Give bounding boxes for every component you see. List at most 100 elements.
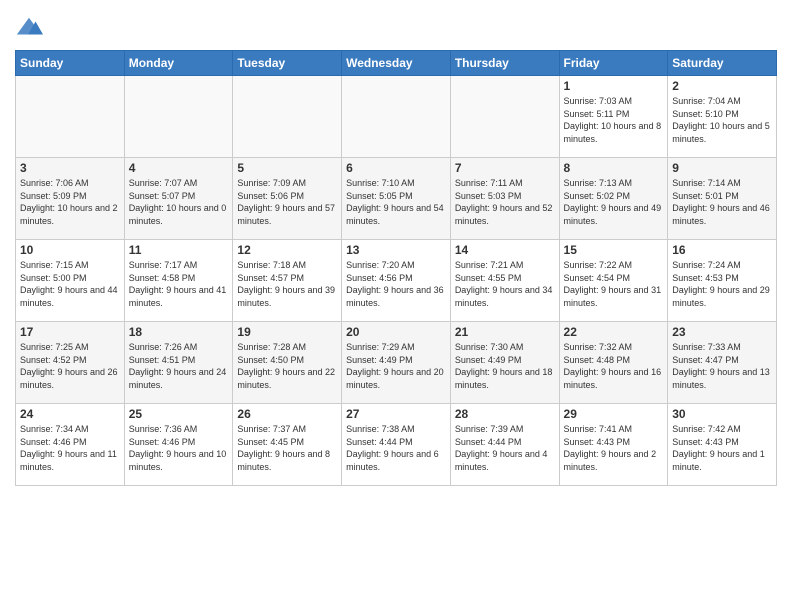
day-info: Sunrise: 7:15 AM Sunset: 5:00 PM Dayligh… [20,259,120,309]
day-number: 23 [672,325,772,339]
calendar-cell: 13 Sunrise: 7:20 AM Sunset: 4:56 PM Dayli… [342,240,451,322]
calendar-cell: 9 Sunrise: 7:14 AM Sunset: 5:01 PM Daylig… [668,158,777,240]
calendar-cell [16,76,125,158]
weekday-header-friday: Friday [559,51,668,76]
weekday-header-wednesday: Wednesday [342,51,451,76]
day-number: 13 [346,243,446,257]
calendar-cell: 22 Sunrise: 7:32 AM Sunset: 4:48 PM Dayli… [559,322,668,404]
calendar-cell: 3Sunrise: 7:06 AM Sunset: 5:09 PM Daylig… [16,158,125,240]
day-info: Sunrise: 7:41 AM Sunset: 4:43 PM Dayligh… [564,423,664,473]
week-row-5: 24 Sunrise: 7:34 AM Sunset: 4:46 PM Dayli… [16,404,777,486]
day-number: 4 [129,161,229,175]
day-number: 5 [237,161,337,175]
day-number: 7 [455,161,555,175]
calendar-cell: 28Sunrise: 7:39 AM Sunset: 4:44 PM Dayli… [450,404,559,486]
weekday-header-tuesday: Tuesday [233,51,342,76]
weekday-header-sunday: Sunday [16,51,125,76]
day-number: 30 [672,407,772,421]
calendar-cell: 11 Sunrise: 7:17 AM Sunset: 4:58 PM Dayli… [124,240,233,322]
day-info: Sunrise: 7:25 AM Sunset: 4:52 PM Dayligh… [20,341,120,391]
day-number: 8 [564,161,664,175]
day-info: Sunrise: 7:33 AM Sunset: 4:47 PM Dayligh… [672,341,772,391]
day-number: 2 [672,79,772,93]
calendar-cell [450,76,559,158]
weekday-header-row: SundayMondayTuesdayWednesdayThursdayFrid… [16,51,777,76]
day-info: Sunrise: 7:18 AM Sunset: 4:57 PM Dayligh… [237,259,337,309]
day-number: 22 [564,325,664,339]
day-number: 26 [237,407,337,421]
calendar-cell: 16Sunrise: 7:24 AM Sunset: 4:53 PM Dayli… [668,240,777,322]
calendar-cell: 27Sunrise: 7:38 AM Sunset: 4:44 PM Dayli… [342,404,451,486]
day-number: 11 [129,243,229,257]
calendar-cell: 23 Sunrise: 7:33 AM Sunset: 4:47 PM Dayli… [668,322,777,404]
day-number: 14 [455,243,555,257]
day-info: Sunrise: 7:37 AM Sunset: 4:45 PM Dayligh… [237,423,337,473]
calendar-cell: 8Sunrise: 7:13 AM Sunset: 5:02 PM Daylig… [559,158,668,240]
calendar-cell: 1 Sunrise: 7:03 AM Sunset: 5:11 PM Daylig… [559,76,668,158]
day-info: Sunrise: 7:32 AM Sunset: 4:48 PM Dayligh… [564,341,664,391]
day-number: 1 [564,79,664,93]
calendar-cell: 5 Sunrise: 7:09 AM Sunset: 5:06 PM Daylig… [233,158,342,240]
day-number: 25 [129,407,229,421]
day-info: Sunrise: 7:17 AM Sunset: 4:58 PM Dayligh… [129,259,229,309]
weekday-header-thursday: Thursday [450,51,559,76]
day-info: Sunrise: 7:14 AM Sunset: 5:01 PM Dayligh… [672,177,772,227]
day-info: Sunrise: 7:07 AM Sunset: 5:07 PM Dayligh… [129,177,229,227]
calendar-cell: 25 Sunrise: 7:36 AM Sunset: 4:46 PM Dayli… [124,404,233,486]
weekday-header-monday: Monday [124,51,233,76]
calendar-cell: 26 Sunrise: 7:37 AM Sunset: 4:45 PM Dayli… [233,404,342,486]
day-number: 12 [237,243,337,257]
day-info: Sunrise: 7:26 AM Sunset: 4:51 PM Dayligh… [129,341,229,391]
calendar-cell: 20 Sunrise: 7:29 AM Sunset: 4:49 PM Dayli… [342,322,451,404]
calendar-cell: 4 Sunrise: 7:07 AM Sunset: 5:07 PM Daylig… [124,158,233,240]
day-info: Sunrise: 7:29 AM Sunset: 4:49 PM Dayligh… [346,341,446,391]
day-info: Sunrise: 7:30 AM Sunset: 4:49 PM Dayligh… [455,341,555,391]
calendar-cell: 19 Sunrise: 7:28 AM Sunset: 4:50 PM Dayli… [233,322,342,404]
calendar-cell [124,76,233,158]
day-number: 24 [20,407,120,421]
day-number: 6 [346,161,446,175]
calendar-cell: 21Sunrise: 7:30 AM Sunset: 4:49 PM Dayli… [450,322,559,404]
day-info: Sunrise: 7:11 AM Sunset: 5:03 PM Dayligh… [455,177,555,227]
day-info: Sunrise: 7:38 AM Sunset: 4:44 PM Dayligh… [346,423,446,473]
day-number: 29 [564,407,664,421]
weekday-header-saturday: Saturday [668,51,777,76]
calendar-cell: 12 Sunrise: 7:18 AM Sunset: 4:57 PM Dayli… [233,240,342,322]
day-info: Sunrise: 7:34 AM Sunset: 4:46 PM Dayligh… [20,423,120,473]
calendar-cell [233,76,342,158]
page-container: SundayMondayTuesdayWednesdayThursdayFrid… [0,0,792,496]
day-info: Sunrise: 7:42 AM Sunset: 4:43 PM Dayligh… [672,423,772,473]
day-number: 19 [237,325,337,339]
day-info: Sunrise: 7:09 AM Sunset: 5:06 PM Dayligh… [237,177,337,227]
day-info: Sunrise: 7:03 AM Sunset: 5:11 PM Dayligh… [564,95,664,145]
calendar-cell [342,76,451,158]
calendar-cell: 15 Sunrise: 7:22 AM Sunset: 4:54 PM Dayli… [559,240,668,322]
day-info: Sunrise: 7:22 AM Sunset: 4:54 PM Dayligh… [564,259,664,309]
day-number: 20 [346,325,446,339]
day-info: Sunrise: 7:36 AM Sunset: 4:46 PM Dayligh… [129,423,229,473]
calendar-cell: 24 Sunrise: 7:34 AM Sunset: 4:46 PM Dayli… [16,404,125,486]
header [15,10,777,42]
day-number: 15 [564,243,664,257]
calendar-cell: 18 Sunrise: 7:26 AM Sunset: 4:51 PM Dayli… [124,322,233,404]
calendar-cell: 17Sunrise: 7:25 AM Sunset: 4:52 PM Dayli… [16,322,125,404]
calendar-cell: 10 Sunrise: 7:15 AM Sunset: 5:00 PM Dayli… [16,240,125,322]
calendar-cell: 30 Sunrise: 7:42 AM Sunset: 4:43 PM Dayli… [668,404,777,486]
calendar-cell: 14Sunrise: 7:21 AM Sunset: 4:55 PM Dayli… [450,240,559,322]
day-number: 10 [20,243,120,257]
calendar-table: SundayMondayTuesdayWednesdayThursdayFrid… [15,50,777,486]
day-info: Sunrise: 7:28 AM Sunset: 4:50 PM Dayligh… [237,341,337,391]
week-row-2: 3Sunrise: 7:06 AM Sunset: 5:09 PM Daylig… [16,158,777,240]
day-info: Sunrise: 7:10 AM Sunset: 5:05 PM Dayligh… [346,177,446,227]
calendar-cell: 29 Sunrise: 7:41 AM Sunset: 4:43 PM Dayli… [559,404,668,486]
calendar-cell: 2Sunrise: 7:04 AM Sunset: 5:10 PM Daylig… [668,76,777,158]
calendar-cell: 7 Sunrise: 7:11 AM Sunset: 5:03 PM Daylig… [450,158,559,240]
day-number: 9 [672,161,772,175]
day-number: 18 [129,325,229,339]
day-number: 3 [20,161,120,175]
calendar-cell: 6 Sunrise: 7:10 AM Sunset: 5:05 PM Daylig… [342,158,451,240]
logo-icon [15,14,43,42]
day-info: Sunrise: 7:20 AM Sunset: 4:56 PM Dayligh… [346,259,446,309]
week-row-3: 10 Sunrise: 7:15 AM Sunset: 5:00 PM Dayli… [16,240,777,322]
week-row-1: 1 Sunrise: 7:03 AM Sunset: 5:11 PM Daylig… [16,76,777,158]
